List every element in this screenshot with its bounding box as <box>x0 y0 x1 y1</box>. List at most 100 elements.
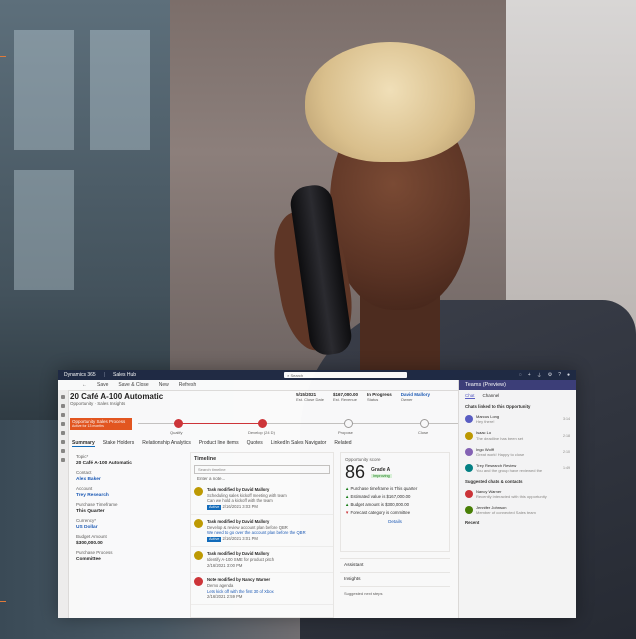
timeline-item[interactable]: Task modified by David Mallory Identify A… <box>191 547 333 574</box>
timeline-panel: Timeline Search timeline Enter a note...… <box>190 452 334 618</box>
plus-icon[interactable]: + <box>528 372 531 379</box>
arrow-up-icon: ▲ <box>345 502 350 507</box>
field-budget[interactable]: Budget Amount $300,000.00 <box>70 532 186 548</box>
tab-quotes[interactable]: Quotes <box>247 440 263 447</box>
tab-linkedin[interactable]: LinkedIn Sales Navigator <box>271 440 327 447</box>
menu-icon[interactable] <box>61 395 65 399</box>
score-reason: ▲ Budget amount is $300,000.00 <box>345 502 409 507</box>
score-reason: ▲ Estimated value is $167,000.00 <box>345 494 411 499</box>
business-process-flow: Opportunity Sales Process Active for 13 m… <box>68 418 466 435</box>
tab-summary[interactable]: Summary <box>72 440 95 447</box>
timeline-note-input[interactable]: Enter a note... <box>191 474 333 483</box>
activities-icon[interactable] <box>61 440 65 444</box>
timeline-search[interactable]: Search timeline <box>194 465 330 474</box>
stat-revenue: $167,000.00 Est. Revenue <box>332 392 358 402</box>
avatar <box>465 506 473 515</box>
refresh-button[interactable]: Refresh <box>179 382 197 388</box>
stat-status: In Progress Status <box>366 392 392 402</box>
recent-icon[interactable] <box>61 413 65 417</box>
timeline-item[interactable]: Task modified by David Mallory Develop & … <box>191 515 333 548</box>
app-header: Dynamics 365 | Sales Hub ⌕ Search ◌ + ⏚ … <box>58 370 576 380</box>
save-close-button[interactable]: Save & Close <box>118 382 148 388</box>
suggested-steps[interactable]: Suggested next steps <box>340 586 450 600</box>
back-icon[interactable]: ← <box>82 382 87 388</box>
suggested-header[interactable]: Suggested chats & contacts <box>459 477 576 486</box>
search-icon: ⌕ <box>287 372 290 378</box>
filter-icon[interactable]: ⏚ <box>537 372 542 379</box>
app-area[interactable]: Sales Hub <box>113 372 136 378</box>
stage-dot-propose[interactable] <box>344 419 353 428</box>
teams-panel: Teams (Preview) Chat Channel Chats linke… <box>458 380 576 618</box>
arrow-down-icon: ▼ <box>345 510 350 515</box>
assistant-section[interactable]: Assistant <box>340 558 450 572</box>
chat-item[interactable]: Isaac Lo The deadline has been set 2:18 <box>459 427 576 443</box>
score-reason: ▲ Purchase timeframe is This quarter <box>345 486 418 491</box>
avatar[interactable]: ● <box>567 372 570 379</box>
stage-dot-qualify[interactable] <box>174 419 183 428</box>
gear-icon[interactable]: ⚙ <box>548 372 552 379</box>
lightbulb-icon[interactable]: ◌ <box>519 372 522 379</box>
avatar <box>194 487 203 496</box>
field-topic[interactable]: Topic* 20 Café A-100 Automatic <box>70 452 186 468</box>
record-tabs: Summary Stake Holders Relationship Analy… <box>72 440 352 447</box>
suggested-contact[interactable]: Jennifer Johnson Member of connected Sale… <box>459 502 576 518</box>
new-button[interactable]: New <box>159 382 169 388</box>
tab-product-line-items[interactable]: Product line items <box>199 440 239 447</box>
field-purchase-timeframe[interactable]: Purchase Timeframe This Quarter <box>70 500 186 516</box>
header-icons: ◌ + ⏚ ⚙ ? ● <box>519 372 570 379</box>
stage-dot-close[interactable] <box>420 419 429 428</box>
contacts-icon[interactable] <box>61 458 65 462</box>
score-grade: Grade A <box>371 466 391 473</box>
linked-chats-header[interactable]: Chats linked to this Opportunity <box>459 402 576 411</box>
stage-close: Close <box>418 430 429 435</box>
insights-section[interactable]: Insights <box>340 572 450 586</box>
avatar <box>194 577 203 587</box>
tab-chat[interactable]: Chat <box>465 393 475 399</box>
stat-close-date: 5/15/2021 Est. Close Date <box>296 392 324 402</box>
timeline-item[interactable]: Note modified by Nancy Warner Demo agenda… <box>191 573 333 605</box>
dashboard-icon[interactable] <box>61 431 65 435</box>
arrow-up-icon: ▲ <box>345 486 350 491</box>
tab-stakeholders[interactable]: Stake Holders <box>103 440 134 447</box>
field-account[interactable]: Account Trey Research <box>70 484 186 500</box>
save-button[interactable]: Save <box>97 382 108 388</box>
trend-badge: Improving <box>371 473 392 478</box>
avatar <box>194 519 203 529</box>
tab-relationship-analytics[interactable]: Relationship Analytics <box>142 440 191 447</box>
suggested-contact[interactable]: Nancy Warner Recently interacted with thi… <box>459 486 576 502</box>
header-stats: 5/15/2021 Est. Close Date $167,000.00 Est.… <box>296 392 430 402</box>
accounts-icon[interactable] <box>61 449 65 453</box>
dynamics-window: Dynamics 365 | Sales Hub ⌕ Search ◌ + ⏚ … <box>58 370 576 618</box>
chat-item[interactable]: Marcus Long Hey there! 3:14 <box>459 411 576 427</box>
global-search[interactable]: ⌕ Search <box>284 372 408 378</box>
field-contact[interactable]: Contact Alex Baker <box>70 468 186 484</box>
timeline-title: Timeline <box>194 456 217 462</box>
field-purchase-process[interactable]: Purchase Process Committee <box>70 548 186 564</box>
field-currency[interactable]: Currency* US Dollar <box>70 516 186 532</box>
person-hair <box>305 42 475 162</box>
avatar <box>194 551 203 561</box>
accent-tick-top <box>0 56 6 57</box>
home-icon[interactable] <box>61 404 65 408</box>
product-name: Dynamics 365 <box>64 372 96 378</box>
recent-header[interactable]: Recent <box>459 518 576 527</box>
score-value: 86 <box>345 462 366 482</box>
stage-qualify: Qualify <box>170 430 183 435</box>
teams-title: Teams (Preview) <box>459 380 576 390</box>
details-link[interactable]: Details <box>345 519 445 524</box>
opportunity-score-card: Opportunity score 86 Grade A Improving ▲ … <box>340 452 450 552</box>
pin-icon[interactable] <box>61 422 65 426</box>
chat-item[interactable]: Ingo Wolff Great work! Happy to close 2:10 <box>459 444 576 460</box>
summary-form: Topic* 20 Café A-100 Automatic Contact Ale… <box>70 452 186 618</box>
avatar <box>465 431 473 440</box>
bpf-name[interactable]: Opportunity Sales Process Active for 13 m… <box>70 418 132 430</box>
tab-related[interactable]: Related <box>334 440 351 447</box>
avatar <box>465 464 473 473</box>
stage-dot-develop[interactable] <box>258 419 267 428</box>
help-icon[interactable]: ? <box>558 372 561 379</box>
timeline-item[interactable]: Task modified by David Mallory Scheduling… <box>191 483 333 516</box>
accent-tick-bottom <box>0 601 6 602</box>
tab-channel[interactable]: Channel <box>483 393 500 399</box>
chat-item[interactable]: Trey Research Review You and the group ha… <box>459 460 576 476</box>
stat-owner[interactable]: David Mallory Owner <box>401 392 430 402</box>
